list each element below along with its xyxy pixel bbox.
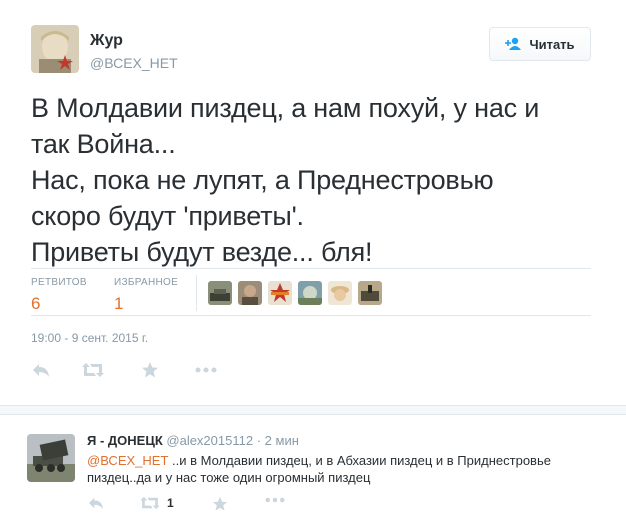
tweet-text-line: так Война... xyxy=(31,129,176,159)
retweet-icon xyxy=(82,363,104,377)
favoriters-avatars xyxy=(208,281,382,305)
reply-tweet: Я - ДОНЕЦК @alex2015112 · 2 мин @ВСЕХ_НЕ… xyxy=(0,416,626,526)
tweet-text-line: Приветы будут везде... бля! xyxy=(31,237,373,267)
reply-button[interactable] xyxy=(31,360,51,380)
stats-divider xyxy=(196,275,197,311)
reply-text-line: пиздец..да и у нас тоже один огромный пи… xyxy=(87,470,371,485)
tweet-text-line: Нас, пока не лупят, а Преднестровью xyxy=(31,165,494,195)
reply-time[interactable]: · 2 мин xyxy=(257,433,299,448)
section-divider xyxy=(0,405,626,415)
reply-favorite-button[interactable] xyxy=(212,496,228,512)
reply-author-avatar[interactable] xyxy=(27,434,75,482)
main-tweet: Жур @ВСЕХ_НЕТ Читать В Молдавии пиздец, … xyxy=(0,0,626,405)
tweet-text-line: скоро будут 'приветы'. xyxy=(31,201,304,231)
author-avatar[interactable] xyxy=(31,25,79,73)
favoriter-avatar[interactable] xyxy=(328,281,352,305)
tweet-stats: РЕТВИТОВ 6 ИЗБРАННОЕ 1 xyxy=(31,268,591,316)
reply-author-name[interactable]: Я - ДОНЕЦК xyxy=(87,433,163,448)
tweet-text-line: В Молдавии пиздец, а нам похуй, у нас и xyxy=(31,93,540,123)
reply-retweet-button[interactable]: 1 xyxy=(139,496,174,510)
follow-label: Читать xyxy=(529,36,575,52)
follow-button[interactable]: Читать xyxy=(489,27,591,61)
favoriter-avatar[interactable] xyxy=(238,281,262,305)
author-handle[interactable]: @ВСЕХ_НЕТ xyxy=(90,55,178,71)
tweet-timestamp[interactable]: 19:00 - 9 сент. 2015 г. xyxy=(31,331,148,345)
reply-text: @ВСЕХ_НЕТ ..и в Молдавии пиздец, и в Абх… xyxy=(87,452,607,486)
favorite-icon xyxy=(212,496,228,511)
reply-reply-button[interactable] xyxy=(87,496,105,510)
add-user-icon xyxy=(505,37,523,51)
reply-header: Я - ДОНЕЦК @alex2015112 · 2 мин xyxy=(87,433,299,448)
favorites-count: 1 xyxy=(114,294,124,313)
favoriter-avatar[interactable] xyxy=(208,281,232,305)
reply-icon xyxy=(33,364,49,377)
favoriter-avatar[interactable] xyxy=(268,281,292,305)
favorites-stat[interactable]: ИЗБРАННОЕ 1 xyxy=(114,277,178,314)
reply-text-line: ..и в Молдавии пиздец, и в Абхазии пизде… xyxy=(168,453,551,468)
reply-mention-link[interactable]: @ВСЕХ_НЕТ xyxy=(87,453,168,468)
more-icon xyxy=(195,367,217,373)
author-name[interactable]: Жур xyxy=(90,32,123,50)
retweets-count: 6 xyxy=(31,294,41,313)
tweet-text: В Молдавии пиздец, а нам похуй, у нас и … xyxy=(31,90,601,270)
reply-icon xyxy=(89,497,103,510)
favorite-icon xyxy=(142,362,158,378)
reply-author-handle[interactable]: @alex2015112 xyxy=(166,433,253,448)
retweet-icon xyxy=(140,496,160,510)
retweets-label: РЕТВИТОВ xyxy=(31,277,87,288)
favorites-label: ИЗБРАННОЕ xyxy=(114,277,179,288)
more-icon xyxy=(265,497,285,503)
retweet-button[interactable] xyxy=(81,360,105,380)
retweets-stat[interactable]: РЕТВИТОВ 6 xyxy=(31,277,87,314)
reply-retweet-count: 1 xyxy=(167,496,174,510)
reply-more-button[interactable] xyxy=(265,496,285,504)
favorite-button[interactable] xyxy=(141,360,159,380)
favoriter-avatar[interactable] xyxy=(298,281,322,305)
favoriter-avatar[interactable] xyxy=(358,281,382,305)
more-button[interactable] xyxy=(195,360,217,380)
